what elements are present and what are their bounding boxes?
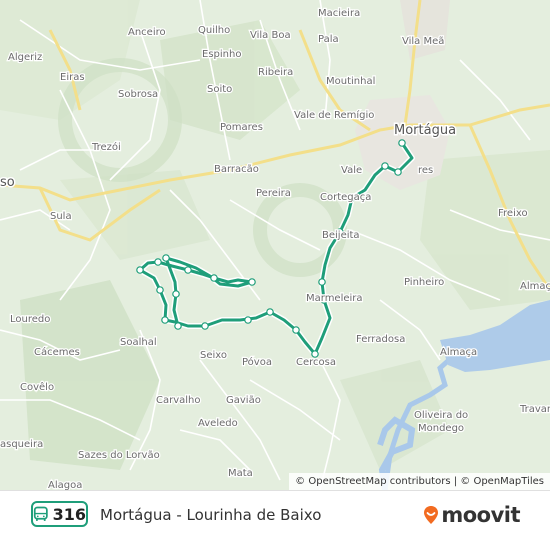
place-label-povoa: Póvoa: [242, 356, 272, 368]
map-canvas[interactable]: Macieira Anceiro Quilho Vila Boa Pala Vi…: [0, 0, 550, 490]
stop-marker[interactable]: [210, 274, 218, 282]
bus-icon: [33, 506, 48, 521]
stop-marker[interactable]: [394, 168, 402, 176]
place-label-cortegaca: Cortegaça: [320, 192, 371, 203]
place-label-carvalho: Carvalho: [156, 395, 201, 406]
route-number: 316: [52, 504, 86, 524]
place-label-mata: Mata: [228, 468, 253, 479]
place-label-freixo: Freixo: [498, 208, 528, 219]
place-label-left-edge: so: [0, 175, 15, 190]
stop-marker[interactable]: [266, 308, 274, 316]
place-label-aveledo: Aveledo: [198, 418, 238, 429]
place-label-mondego: Mondego: [418, 423, 464, 434]
place-label-macieira: Macieira: [318, 8, 360, 19]
place-label-barracao: Barracão: [214, 164, 259, 175]
place-label-almaca: Almaça: [440, 347, 477, 358]
place-label-loredo: Louredo: [10, 314, 50, 325]
place-label-moutinhal: Moutinhal: [326, 76, 375, 87]
place-label-vale: Vale: [341, 165, 362, 176]
place-label-vila-mea: Vila Meã: [402, 36, 444, 47]
place-label-sula: Sula: [50, 211, 72, 222]
place-label-sobrosa: Sobrosa: [118, 89, 158, 100]
attribution-separator: | ©: [450, 476, 474, 487]
place-label-oliveira: Oliveira do: [414, 410, 468, 421]
place-label-pala: Pala: [318, 34, 339, 45]
route-badge: 316: [31, 501, 88, 527]
stop-marker[interactable]: [154, 258, 162, 266]
stop-marker[interactable]: [174, 322, 182, 330]
place-label-vila-boa: Vila Boa: [250, 30, 291, 41]
stop-marker[interactable]: [184, 266, 192, 274]
place-label-almaca-top: Almaç: [520, 281, 550, 292]
place-label-covelo: Covêlo: [20, 381, 54, 393]
place-label-acores: res: [418, 165, 433, 176]
stop-marker[interactable]: [292, 326, 300, 334]
place-label-trezoi: Trezói: [91, 141, 121, 153]
place-label-alagoa: Alagoa: [48, 480, 82, 490]
attribution-copyright: ©: [295, 476, 306, 487]
place-label-pereira: Pereira: [256, 188, 291, 199]
stop-marker[interactable]: [398, 139, 406, 147]
stop-marker[interactable]: [161, 316, 169, 324]
openmaptiles-link[interactable]: OpenMapTiles: [473, 476, 544, 487]
place-label-ribeira: Ribeira: [258, 67, 293, 78]
stop-marker[interactable]: [244, 316, 252, 324]
stop-marker[interactable]: [156, 286, 164, 294]
place-label-marmeleira: Marmeleira: [306, 293, 363, 304]
place-label-travanca: Travan: [519, 404, 550, 415]
route-footer: 316 Mortágua - Lourinha de Baixo moovit: [0, 490, 550, 541]
place-label-anceiro: Anceiro: [128, 27, 166, 38]
moovit-logo[interactable]: moovit: [423, 503, 520, 527]
stop-marker[interactable]: [162, 254, 170, 262]
moovit-pin-icon: [424, 506, 439, 524]
place-label-quilho: Quilho: [198, 25, 230, 36]
place-label-ferradosa: Ferradosa: [356, 334, 405, 345]
place-label-cercosa: Cercosa: [296, 357, 336, 368]
place-label-vale-de-remigio: Vale de Remígio: [294, 109, 374, 121]
place-label-sazes: Sazes do Lorvão: [78, 450, 160, 461]
place-label-gaviao: Gavião: [226, 395, 261, 406]
place-label-soalhal: Soalhal: [120, 337, 157, 348]
osm-contributors-link[interactable]: OpenStreetMap contributors: [308, 476, 450, 487]
place-label-beijeita: Beijeita: [322, 230, 360, 241]
place-label-pomares: Pomares: [220, 122, 263, 133]
map-attribution: © OpenStreetMap contributors | © OpenMap…: [289, 473, 550, 490]
place-label-eiras: Eiras: [60, 72, 85, 83]
place-label-algeriz: Algeriz: [8, 52, 42, 63]
place-label-cacemes: Cácemes: [34, 346, 80, 358]
stop-marker[interactable]: [318, 278, 326, 286]
moovit-wordmark: moovit: [441, 503, 520, 527]
stop-marker[interactable]: [201, 322, 209, 330]
stop-marker[interactable]: [248, 278, 256, 286]
place-label-espinho: Espinho: [202, 49, 241, 60]
place-label-seixo: Seixo: [200, 350, 227, 361]
stop-marker[interactable]: [136, 266, 144, 274]
place-label-soito: Soito: [207, 84, 232, 95]
place-label-asqueira: asqueira: [0, 439, 43, 450]
place-label-mortagua: Mortágua: [394, 123, 456, 138]
route-name: Mortágua - Lourinha de Baixo: [100, 506, 322, 524]
stop-marker[interactable]: [172, 290, 180, 298]
place-label-pinheiro: Pinheiro: [404, 277, 444, 288]
stop-marker[interactable]: [381, 162, 389, 170]
